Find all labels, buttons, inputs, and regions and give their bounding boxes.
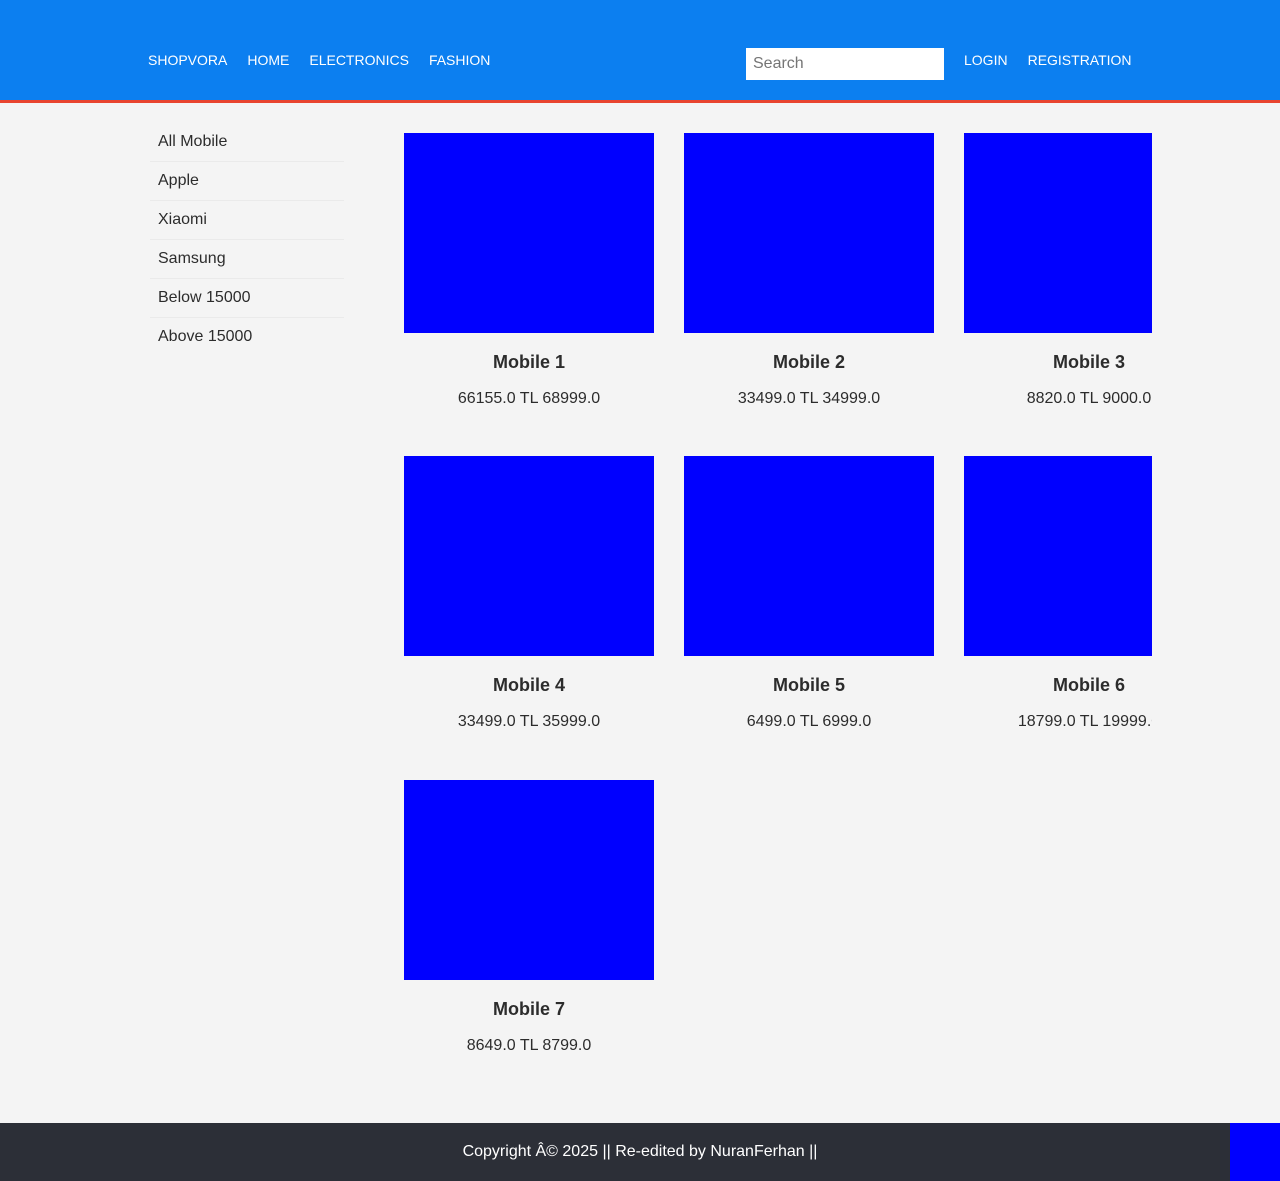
product-image[interactable] xyxy=(404,133,654,333)
product-card[interactable]: Mobile 6 18799.0 TL 19999.0 xyxy=(964,456,1152,756)
registration-link[interactable]: REGISTRATION xyxy=(1028,52,1132,68)
nav-home-link[interactable]: HOME xyxy=(247,52,289,68)
sidebar-item-below-15000[interactable]: Below 15000 xyxy=(150,279,344,318)
account-nav: LOGIN REGISTRATION xyxy=(964,52,1152,68)
product-grid: Mobile 1 66155.0 TL 68999.0 Mobile 2 334… xyxy=(404,133,1152,1083)
product-title[interactable]: Mobile 5 xyxy=(684,675,934,695)
product-price: 33499.0 TL 35999.0 xyxy=(457,713,601,730)
product-card[interactable]: Mobile 4 33499.0 TL 35999.0 xyxy=(404,456,654,756)
copyright-text: Copyright Â© 2025 || Re-edited by NuranF… xyxy=(462,1143,818,1160)
main-nav: SHOPVORA HOME ELECTRONICS FASHION xyxy=(148,52,510,68)
top-navbar: SHOPVORA HOME ELECTRONICS FASHION LOGIN … xyxy=(0,0,1280,103)
category-sidebar: All Mobile Apple Xiaomi Samsung Below 15… xyxy=(150,123,344,356)
sidebar-item-xiaomi[interactable]: Xiaomi xyxy=(150,201,344,240)
brand-link[interactable]: SHOPVORA xyxy=(148,52,227,68)
product-title[interactable]: Mobile 3 xyxy=(964,352,1152,372)
product-price: 66155.0 TL 68999.0 xyxy=(457,390,601,407)
page-footer: Copyright Â© 2025 || Re-edited by NuranF… xyxy=(0,1123,1280,1181)
product-card[interactable]: Mobile 7 8649.0 TL 8799.0 xyxy=(404,780,654,1080)
sidebar-item-samsung[interactable]: Samsung xyxy=(150,240,344,279)
nav-electronics-link[interactable]: ELECTRONICS xyxy=(309,52,409,68)
scroll-to-top-button[interactable] xyxy=(1230,1123,1280,1181)
product-image[interactable] xyxy=(404,456,654,656)
login-link[interactable]: LOGIN xyxy=(964,52,1008,68)
search-input[interactable] xyxy=(746,48,944,80)
product-price: 8820.0 TL 9000.0 xyxy=(1026,390,1152,407)
product-title[interactable]: Mobile 7 xyxy=(404,999,654,1019)
product-title[interactable]: Mobile 4 xyxy=(404,675,654,695)
product-card[interactable]: Mobile 1 66155.0 TL 68999.0 xyxy=(404,133,654,433)
product-image[interactable] xyxy=(684,133,934,333)
product-image[interactable] xyxy=(964,456,1152,656)
product-image[interactable] xyxy=(404,780,654,980)
product-card[interactable]: Mobile 5 6499.0 TL 6999.0 xyxy=(684,456,934,756)
product-title[interactable]: Mobile 2 xyxy=(684,352,934,372)
sidebar-item-above-15000[interactable]: Above 15000 xyxy=(150,318,344,356)
product-image[interactable] xyxy=(964,133,1152,333)
product-card[interactable]: Mobile 2 33499.0 TL 34999.0 xyxy=(684,133,934,433)
product-price: 18799.0 TL 19999.0 xyxy=(1017,713,1152,730)
product-price: 6499.0 TL 6999.0 xyxy=(746,713,872,730)
product-title[interactable]: Mobile 6 xyxy=(964,675,1152,695)
product-title[interactable]: Mobile 1 xyxy=(404,352,654,372)
product-card[interactable]: Mobile 3 8820.0 TL 9000.0 xyxy=(964,133,1152,433)
product-price: 33499.0 TL 34999.0 xyxy=(737,390,881,407)
product-image[interactable] xyxy=(684,456,934,656)
sidebar-item-apple[interactable]: Apple xyxy=(150,162,344,201)
sidebar-item-all-mobile[interactable]: All Mobile xyxy=(150,123,344,162)
nav-fashion-link[interactable]: FASHION xyxy=(429,52,490,68)
product-price: 8649.0 TL 8799.0 xyxy=(466,1037,592,1054)
